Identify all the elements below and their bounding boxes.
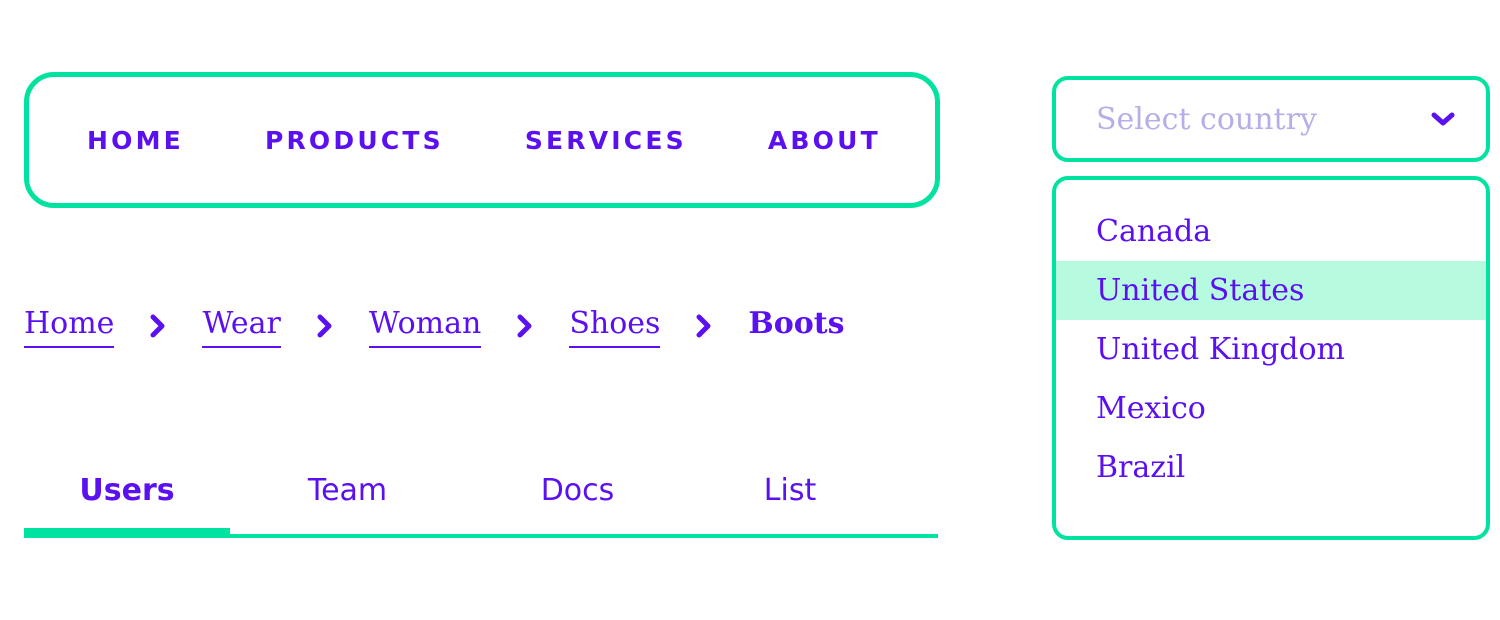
chevron-right-icon [691,311,717,345]
country-select-value: Select country [1096,101,1317,137]
option-united-kingdom[interactable]: United Kingdom [1056,320,1486,379]
chevron-right-icon [312,311,338,345]
tab-docs[interactable]: Docs [465,473,690,508]
option-united-states[interactable]: United States [1056,261,1486,320]
nav-item-products[interactable]: PRODUCTS [265,126,444,155]
tab-users[interactable]: Users [24,473,230,508]
chevron-right-icon [145,311,171,345]
chevron-right-icon [512,311,538,345]
breadcrumb-item-wear[interactable]: Wear [202,308,281,349]
option-canada[interactable]: Canada [1056,202,1486,261]
country-select[interactable]: Select country [1052,76,1490,162]
breadcrumb-item-boots: Boots [748,305,845,341]
tab-team[interactable]: Team [230,473,465,508]
breadcrumb-item-shoes[interactable]: Shoes [569,308,661,349]
tab-active-indicator [24,528,230,538]
main-navbar: HOME PRODUCTS SERVICES ABOUT [24,72,940,208]
nav-item-about[interactable]: ABOUT [768,126,881,155]
tab-bar: Users Team Docs List [24,462,938,538]
country-select-menu: Canada United States United Kingdom Mexi… [1052,176,1490,540]
option-mexico[interactable]: Mexico [1056,379,1486,438]
option-brazil[interactable]: Brazil [1056,438,1486,497]
page-root: HOME PRODUCTS SERVICES ABOUT Home Wear W… [0,0,1500,620]
tab-list: Users Team Docs List [24,462,938,518]
breadcrumb-item-woman[interactable]: Woman [368,308,482,349]
nav-item-home[interactable]: HOME [87,126,184,155]
breadcrumb: Home Wear Woman Shoes Boots [24,300,845,356]
nav-item-services[interactable]: SERVICES [525,126,687,155]
breadcrumb-item-home[interactable]: Home [24,308,115,349]
chevron-down-icon[interactable] [1426,102,1460,136]
tab-list[interactable]: List [690,473,890,508]
tab-track [24,528,938,538]
